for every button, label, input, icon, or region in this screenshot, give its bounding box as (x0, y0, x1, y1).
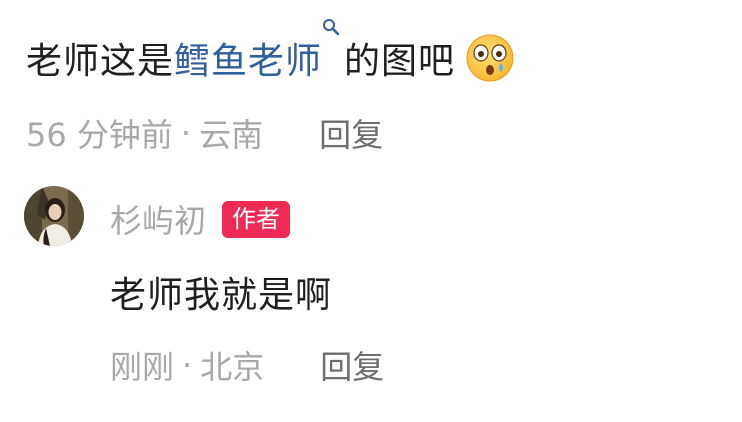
reply-button[interactable]: 回复 (319, 110, 383, 156)
comment-text-prefix: 老师这是 (26, 41, 175, 82)
search-icon (323, 19, 340, 36)
reply-reply-button[interactable]: 回复 (320, 342, 384, 388)
mention-link[interactable]: 鳕鱼老师 (174, 19, 344, 84)
comment-meta-separator: · (180, 114, 192, 152)
comment-thread: ▁▁ ▁ 老师这是 鳕鱼老师 的图吧 5 (0, 0, 742, 422)
reply-body: 老师我就是啊 (110, 275, 333, 316)
reply-meta-separator: · (182, 346, 193, 384)
author-name[interactable]: 杉屿初 (110, 196, 206, 242)
dizzy-face-emoji-icon (466, 34, 514, 82)
comment-meta: 56 分钟前 · 云南 回复 (26, 110, 383, 156)
reply-meta: 刚刚 · 北京 回复 (110, 342, 384, 388)
reply-location: 北京 (200, 348, 265, 386)
comment-text-suffix: 的图吧 (344, 41, 456, 82)
reply-author-line: 杉屿初 作者 (110, 196, 291, 242)
avatar[interactable] (24, 186, 84, 246)
user-avatar-image (24, 186, 84, 246)
comment-time: 56 分钟前 (26, 116, 173, 154)
author-badge: 作者 (222, 200, 291, 238)
comment-body: 老师这是 鳕鱼老师 的图吧 (26, 19, 515, 84)
reply-time: 刚刚 (110, 348, 175, 386)
comment-location: 云南 (199, 116, 264, 154)
mention-text: 鳕鱼老师 (174, 41, 323, 82)
